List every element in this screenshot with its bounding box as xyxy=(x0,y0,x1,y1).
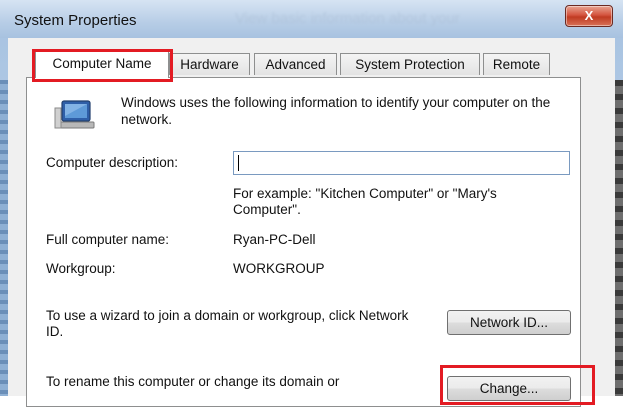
tab-system-protection[interactable]: System Protection xyxy=(340,53,480,75)
left-window-edge xyxy=(0,80,8,396)
computer-name-panel: Windows uses the following information t… xyxy=(26,77,581,407)
close-button[interactable]: X xyxy=(565,5,613,27)
workgroup-value: WORKGROUP xyxy=(233,261,325,276)
tab-strip: Computer Name Hardware Advanced System P… xyxy=(8,38,615,82)
background-window-title: View basic information about your xyxy=(235,10,460,27)
dialog-body: Computer Name Hardware Advanced System P… xyxy=(8,38,615,407)
workgroup-label: Workgroup: xyxy=(46,261,116,276)
tab-computer-name[interactable]: Computer Name xyxy=(35,50,169,78)
identify-info-text: Windows uses the following information t… xyxy=(121,95,551,127)
computer-network-icon xyxy=(53,98,97,135)
network-id-button[interactable]: Network ID... xyxy=(447,310,571,335)
text-caret xyxy=(238,155,239,171)
example-text: For example: "Kitchen Computer" or "Mary… xyxy=(233,186,497,217)
title-bar[interactable]: System Properties View basic information… xyxy=(0,0,623,38)
computer-description-input[interactable] xyxy=(233,151,570,175)
right-window-edge xyxy=(615,80,623,396)
window-title: System Properties xyxy=(14,12,137,29)
full-computer-name-value: Ryan-PC-Dell xyxy=(233,232,316,247)
close-icon: X xyxy=(584,8,594,23)
tab-advanced[interactable]: Advanced xyxy=(254,53,337,75)
tab-hardware[interactable]: Hardware xyxy=(169,53,250,75)
network-id-text: To use a wizard to join a domain or work… xyxy=(46,308,409,339)
full-computer-name-label: Full computer name: xyxy=(46,232,170,247)
change-button[interactable]: Change... xyxy=(447,376,571,401)
system-properties-window: System Properties View basic information… xyxy=(0,0,623,407)
tab-remote[interactable]: Remote xyxy=(483,53,550,75)
rename-text: To rename this computer or change its do… xyxy=(46,374,340,389)
computer-description-label: Computer description: xyxy=(46,155,179,170)
